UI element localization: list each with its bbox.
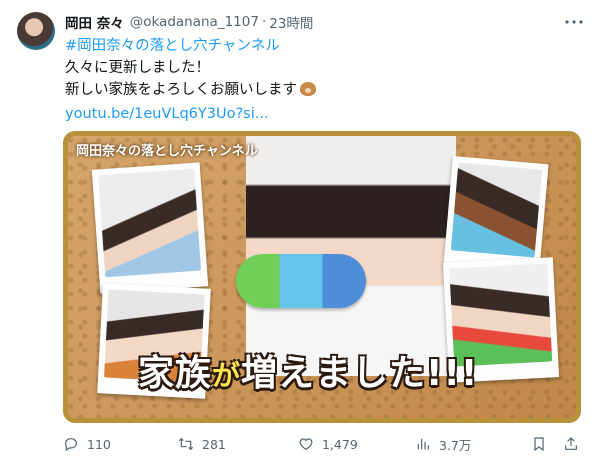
youtube-link[interactable]: youtu.be/1euVLq6Y3Uo?si... — [65, 103, 575, 125]
views-button[interactable]: 3.7万 — [415, 432, 471, 456]
heart-icon — [299, 438, 313, 451]
tweet-header: 岡田 奈々 @okadanana_1107 · 23時間 — [65, 12, 313, 32]
caption-part-1: 家族 — [138, 353, 213, 394]
tweet-line-2-text: 新しい家族をよろしくお願いします — [65, 82, 297, 98]
reply-icon — [65, 438, 77, 452]
retweet-count: 281 — [202, 436, 226, 452]
polaroid-photo — [91, 162, 209, 294]
tweet-text: #岡田奈々の落とし穴チャンネル 久々に更新しました！ 新しい家族をよろしくお願い… — [65, 35, 575, 125]
author-name[interactable]: 岡田 奈々 — [65, 12, 124, 32]
reply-count: 110 — [87, 436, 111, 452]
caption-part-3: 増えました!!! — [241, 353, 479, 394]
retweet-button[interactable]: 281 — [178, 432, 226, 456]
author-handle[interactable]: @okadanana_1107 — [130, 14, 259, 30]
like-button[interactable]: 1,479 — [298, 432, 358, 456]
thumbnail-channel-title: 岡田奈々の落とし穴チャンネル — [76, 144, 258, 159]
views-count: 3.7万 — [439, 437, 472, 453]
thumbnail-caption: 家族が増えました!!! — [138, 344, 478, 396]
share-button[interactable] — [563, 432, 579, 456]
share-icon — [565, 437, 577, 450]
retweet-icon — [178, 437, 194, 451]
tweet-line-2: 新しい家族をよろしくお願いします — [65, 79, 575, 101]
tweet-line-1: 久々に更新しました！ — [65, 60, 210, 76]
separator-dot: · — [261, 14, 267, 30]
more-options-icon[interactable] — [563, 12, 585, 32]
avatar[interactable] — [17, 12, 55, 50]
polaroid-photo — [443, 156, 549, 274]
bookmark-icon — [534, 437, 544, 452]
hashtag-link[interactable]: #岡田奈々の落とし穴チャンネル — [65, 35, 575, 57]
dog-face-icon — [300, 82, 316, 96]
bookmark-button[interactable] — [531, 432, 547, 456]
reply-button[interactable]: 110 — [63, 432, 111, 456]
action-bar: 110 281 1,479 3.7万 — [63, 432, 585, 456]
caption-part-2: が — [212, 359, 242, 392]
analytics-icon — [417, 438, 429, 450]
timestamp[interactable]: 23時間 — [269, 12, 313, 32]
video-thumbnail[interactable]: 岡田奈々の落とし穴チャンネル 家族が増えました!!! — [63, 131, 581, 423]
dango-toy — [236, 254, 366, 308]
like-count: 1,479 — [322, 436, 358, 452]
